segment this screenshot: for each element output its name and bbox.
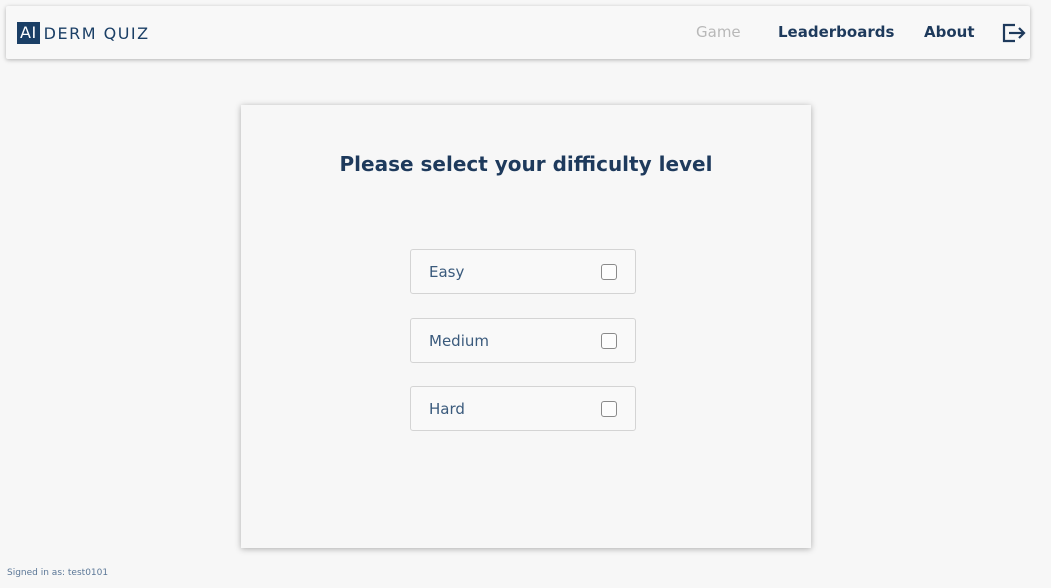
signed-in-status: Signed in as: test0101 bbox=[7, 568, 109, 578]
logout-icon[interactable] bbox=[1002, 22, 1028, 44]
page-title: Please select your difficulty level bbox=[339, 152, 713, 176]
hard-checkbox[interactable] bbox=[601, 401, 617, 417]
option-label: Easy bbox=[429, 263, 465, 281]
difficulty-option-easy[interactable]: Easy bbox=[410, 249, 636, 294]
logo-text: DERM QUIZ bbox=[43, 23, 150, 43]
option-label: Hard bbox=[429, 400, 465, 418]
option-label: Medium bbox=[429, 332, 489, 350]
easy-checkbox[interactable] bbox=[601, 264, 617, 280]
nav-about[interactable]: About bbox=[924, 23, 975, 41]
difficulty-card: Please select your difficulty level Easy… bbox=[241, 105, 811, 548]
medium-checkbox[interactable] bbox=[601, 333, 617, 349]
difficulty-option-hard[interactable]: Hard bbox=[410, 386, 636, 431]
top-navbar: AI DERM QUIZ Game Leaderboards About bbox=[6, 6, 1030, 59]
nav-leaderboards[interactable]: Leaderboards bbox=[778, 23, 894, 41]
nav-game[interactable]: Game bbox=[696, 23, 741, 41]
difficulty-option-medium[interactable]: Medium bbox=[410, 318, 636, 363]
app-logo[interactable]: AI DERM QUIZ bbox=[17, 22, 150, 44]
logo-badge: AI bbox=[17, 22, 40, 44]
